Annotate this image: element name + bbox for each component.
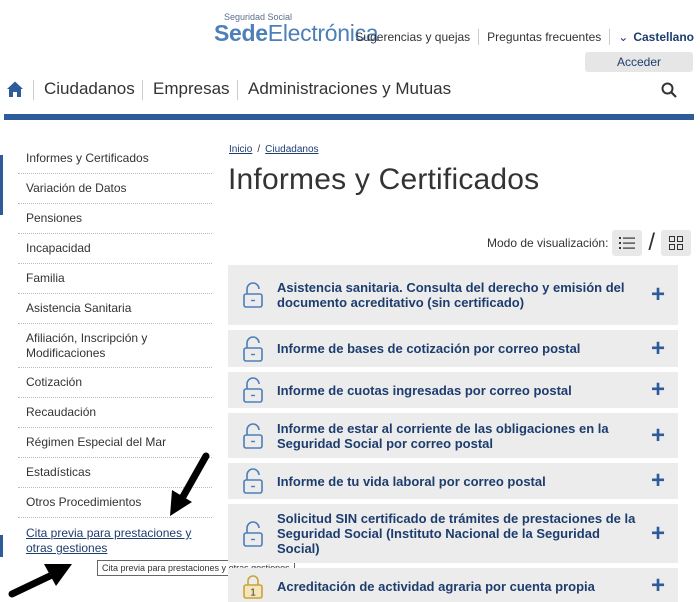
sidebar-item-informes[interactable]: Informes y Certificados xyxy=(18,144,212,174)
nav-divider xyxy=(142,80,143,100)
procedure-title: Asistencia sanitaria. Consulta del derec… xyxy=(277,280,625,310)
site-header: Seguridad Social SedeElectrónica Sugeren… xyxy=(0,0,700,112)
faq-link[interactable]: Preguntas frecuentes xyxy=(479,29,611,45)
expand-plus-icon[interactable]: + xyxy=(650,378,666,402)
procedure-item[interactable]: 1 Acreditación de actividad agraria por … xyxy=(228,568,678,602)
procedure-item[interactable]: Informe de bases de cotización por corre… xyxy=(228,330,678,367)
list-icon xyxy=(619,237,636,249)
sidebar-item-cotizacion[interactable]: Cotización xyxy=(18,368,212,398)
main-navigation: Ciudadanos Empresas Administraciones y M… xyxy=(0,76,700,112)
list-view-button[interactable] xyxy=(612,230,643,256)
procedure-item[interactable]: Solicitud SIN certificado de trámites de… xyxy=(228,504,678,563)
unlock-icon xyxy=(243,520,263,547)
svg-text:1: 1 xyxy=(250,588,256,599)
nav-item-ciudadanos[interactable]: Ciudadanos xyxy=(44,79,135,99)
utility-links: Sugerencias y quejas Preguntas frecuente… xyxy=(347,29,694,45)
grid-view-button[interactable] xyxy=(661,230,692,256)
nav-divider xyxy=(33,80,34,100)
unlock-icon xyxy=(243,422,263,449)
view-mode-selector: Modo de visualización: / xyxy=(487,229,692,256)
unlock-icon xyxy=(243,282,263,308)
home-icon[interactable] xyxy=(6,80,24,98)
arrow-down-left-icon xyxy=(170,452,210,516)
procedure-title: Informe de bases de cotización por corre… xyxy=(277,341,581,356)
nav-item-empresas[interactable]: Empresas xyxy=(153,79,230,99)
expand-plus-icon[interactable]: + xyxy=(650,336,666,360)
procedure-title: Informe de estar al corriente de las obl… xyxy=(277,420,609,451)
expand-plus-icon[interactable]: + xyxy=(650,521,666,545)
breadcrumb-inicio[interactable]: Inicio xyxy=(229,144,252,155)
sidebar-item-asistencia[interactable]: Asistencia Sanitaria xyxy=(18,294,212,324)
chevron-down-icon: ⌄ xyxy=(618,30,629,44)
sidebar-item-afiliacion[interactable]: Afiliación, Inscripción y Modificaciones xyxy=(18,324,212,368)
unlock-icon xyxy=(243,377,263,403)
procedure-item[interactable]: Informe de estar al corriente de las obl… xyxy=(228,413,678,458)
nav-divider xyxy=(237,80,238,100)
sidebar-item-familia[interactable]: Familia xyxy=(18,264,212,294)
view-mode-separator: / xyxy=(648,229,656,256)
procedure-title: Informe de cuotas ingresadas por correo … xyxy=(277,382,572,398)
left-accent-bar xyxy=(0,535,3,557)
sidebar-item-incapacidad[interactable]: Incapacidad xyxy=(18,234,212,264)
expand-plus-icon[interactable]: + xyxy=(650,423,666,447)
procedure-title: Acreditación de actividad agraria por cu… xyxy=(277,578,595,594)
lock-one-icon: 1 xyxy=(243,575,263,599)
breadcrumb-ciudadanos[interactable]: Ciudadanos xyxy=(265,144,318,155)
expand-plus-icon[interactable]: + xyxy=(650,574,666,598)
left-accent-bar xyxy=(0,155,3,215)
sidebar-item-pensiones[interactable]: Pensiones xyxy=(18,204,212,234)
arrow-up-right-icon xyxy=(8,564,72,598)
view-mode-label: Modo de visualización: xyxy=(487,236,609,250)
unlock-icon xyxy=(243,335,263,362)
search-icon[interactable] xyxy=(661,82,677,98)
unlock-icon xyxy=(243,468,263,494)
suggestions-link[interactable]: Sugerencias y quejas xyxy=(347,29,480,45)
grid-icon xyxy=(669,236,684,250)
procedure-title: Solicitud SIN certificado de trámites de… xyxy=(277,511,636,556)
breadcrumb-separator: / xyxy=(257,144,261,155)
procedure-title: Informe de tu vida laboral por correo po… xyxy=(277,473,546,489)
login-button[interactable]: Acceder xyxy=(585,52,693,72)
procedures-list: Asistencia sanitaria. Consulta del derec… xyxy=(228,265,678,602)
procedure-item[interactable]: Asistencia sanitaria. Consulta del derec… xyxy=(228,265,678,325)
procedure-item[interactable]: Informe de tu vida laboral por correo po… xyxy=(228,463,678,499)
header-divider-bar xyxy=(4,114,694,120)
language-selector[interactable]: ⌄ Castellano xyxy=(610,29,694,45)
sidebar-item-recaudacion[interactable]: Recaudación xyxy=(18,398,212,428)
logo-sede: Sede xyxy=(214,20,268,46)
nav-item-administraciones[interactable]: Administraciones y Mutuas xyxy=(248,79,451,99)
breadcrumb: Inicio / Ciudadanos xyxy=(229,144,319,155)
sidebar-item-variacion[interactable]: Variación de Datos xyxy=(18,174,212,204)
sidebar-item-cita-previa[interactable]: Cita previa para prestaciones y otras ge… xyxy=(18,518,212,556)
page-title: Informes y Certificados xyxy=(228,163,540,196)
expand-plus-icon[interactable]: + xyxy=(650,283,666,307)
procedure-item[interactable]: Informe de cuotas ingresadas por correo … xyxy=(228,372,678,408)
expand-plus-icon[interactable]: + xyxy=(650,469,666,493)
language-label: Castellano xyxy=(633,30,694,44)
